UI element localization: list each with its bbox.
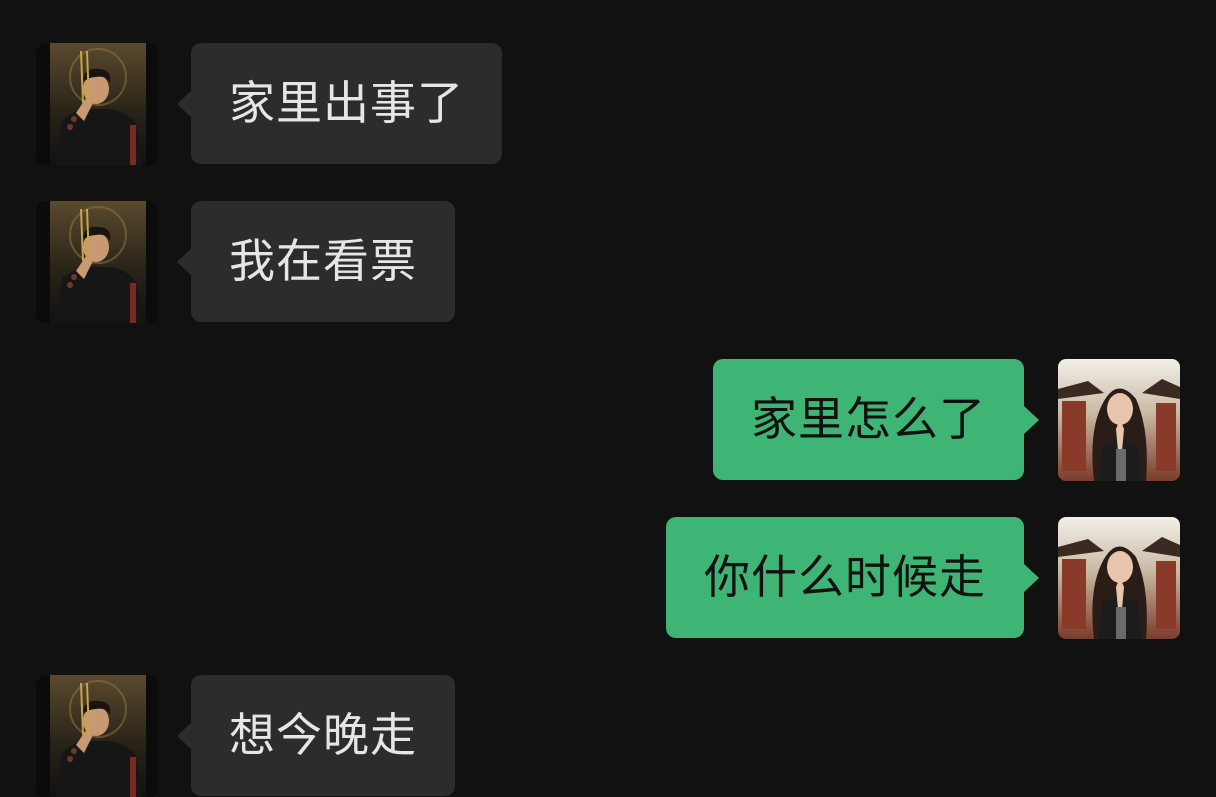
- male-avatar[interactable]: [36, 43, 158, 165]
- male-avatar[interactable]: [36, 675, 158, 797]
- message-bubble[interactable]: 家里怎么了: [713, 359, 1024, 480]
- message-bubble[interactable]: 家里出事了: [191, 43, 502, 164]
- message-bubble[interactable]: 想今晚走: [191, 675, 455, 796]
- message-bubble[interactable]: 你什么时候走: [666, 517, 1024, 638]
- message-text: 我在看票: [229, 234, 417, 288]
- bubble-tail: [1024, 406, 1039, 434]
- bubble-tail: [177, 722, 192, 750]
- message-row-incoming: 家里出事了: [0, 43, 1216, 165]
- male-avatar[interactable]: [36, 201, 158, 323]
- bubble-tail: [177, 248, 192, 276]
- message-bubble[interactable]: 我在看票: [191, 201, 455, 322]
- message-text: 家里出事了: [229, 76, 464, 130]
- bubble-tail: [1024, 564, 1039, 592]
- message-row-incoming: 我在看票: [0, 201, 1216, 323]
- female-avatar[interactable]: [1058, 359, 1180, 481]
- message-row-outgoing: 家里怎么了: [0, 359, 1216, 481]
- bubble-tail: [177, 90, 192, 118]
- message-row-incoming: 想今晚走: [0, 675, 1216, 797]
- message-text: 你什么时候走: [704, 550, 986, 604]
- message-text: 家里怎么了: [751, 392, 986, 446]
- message-text: 想今晚走: [229, 708, 417, 762]
- female-avatar[interactable]: [1058, 517, 1180, 639]
- message-row-outgoing: 你什么时候走: [0, 517, 1216, 639]
